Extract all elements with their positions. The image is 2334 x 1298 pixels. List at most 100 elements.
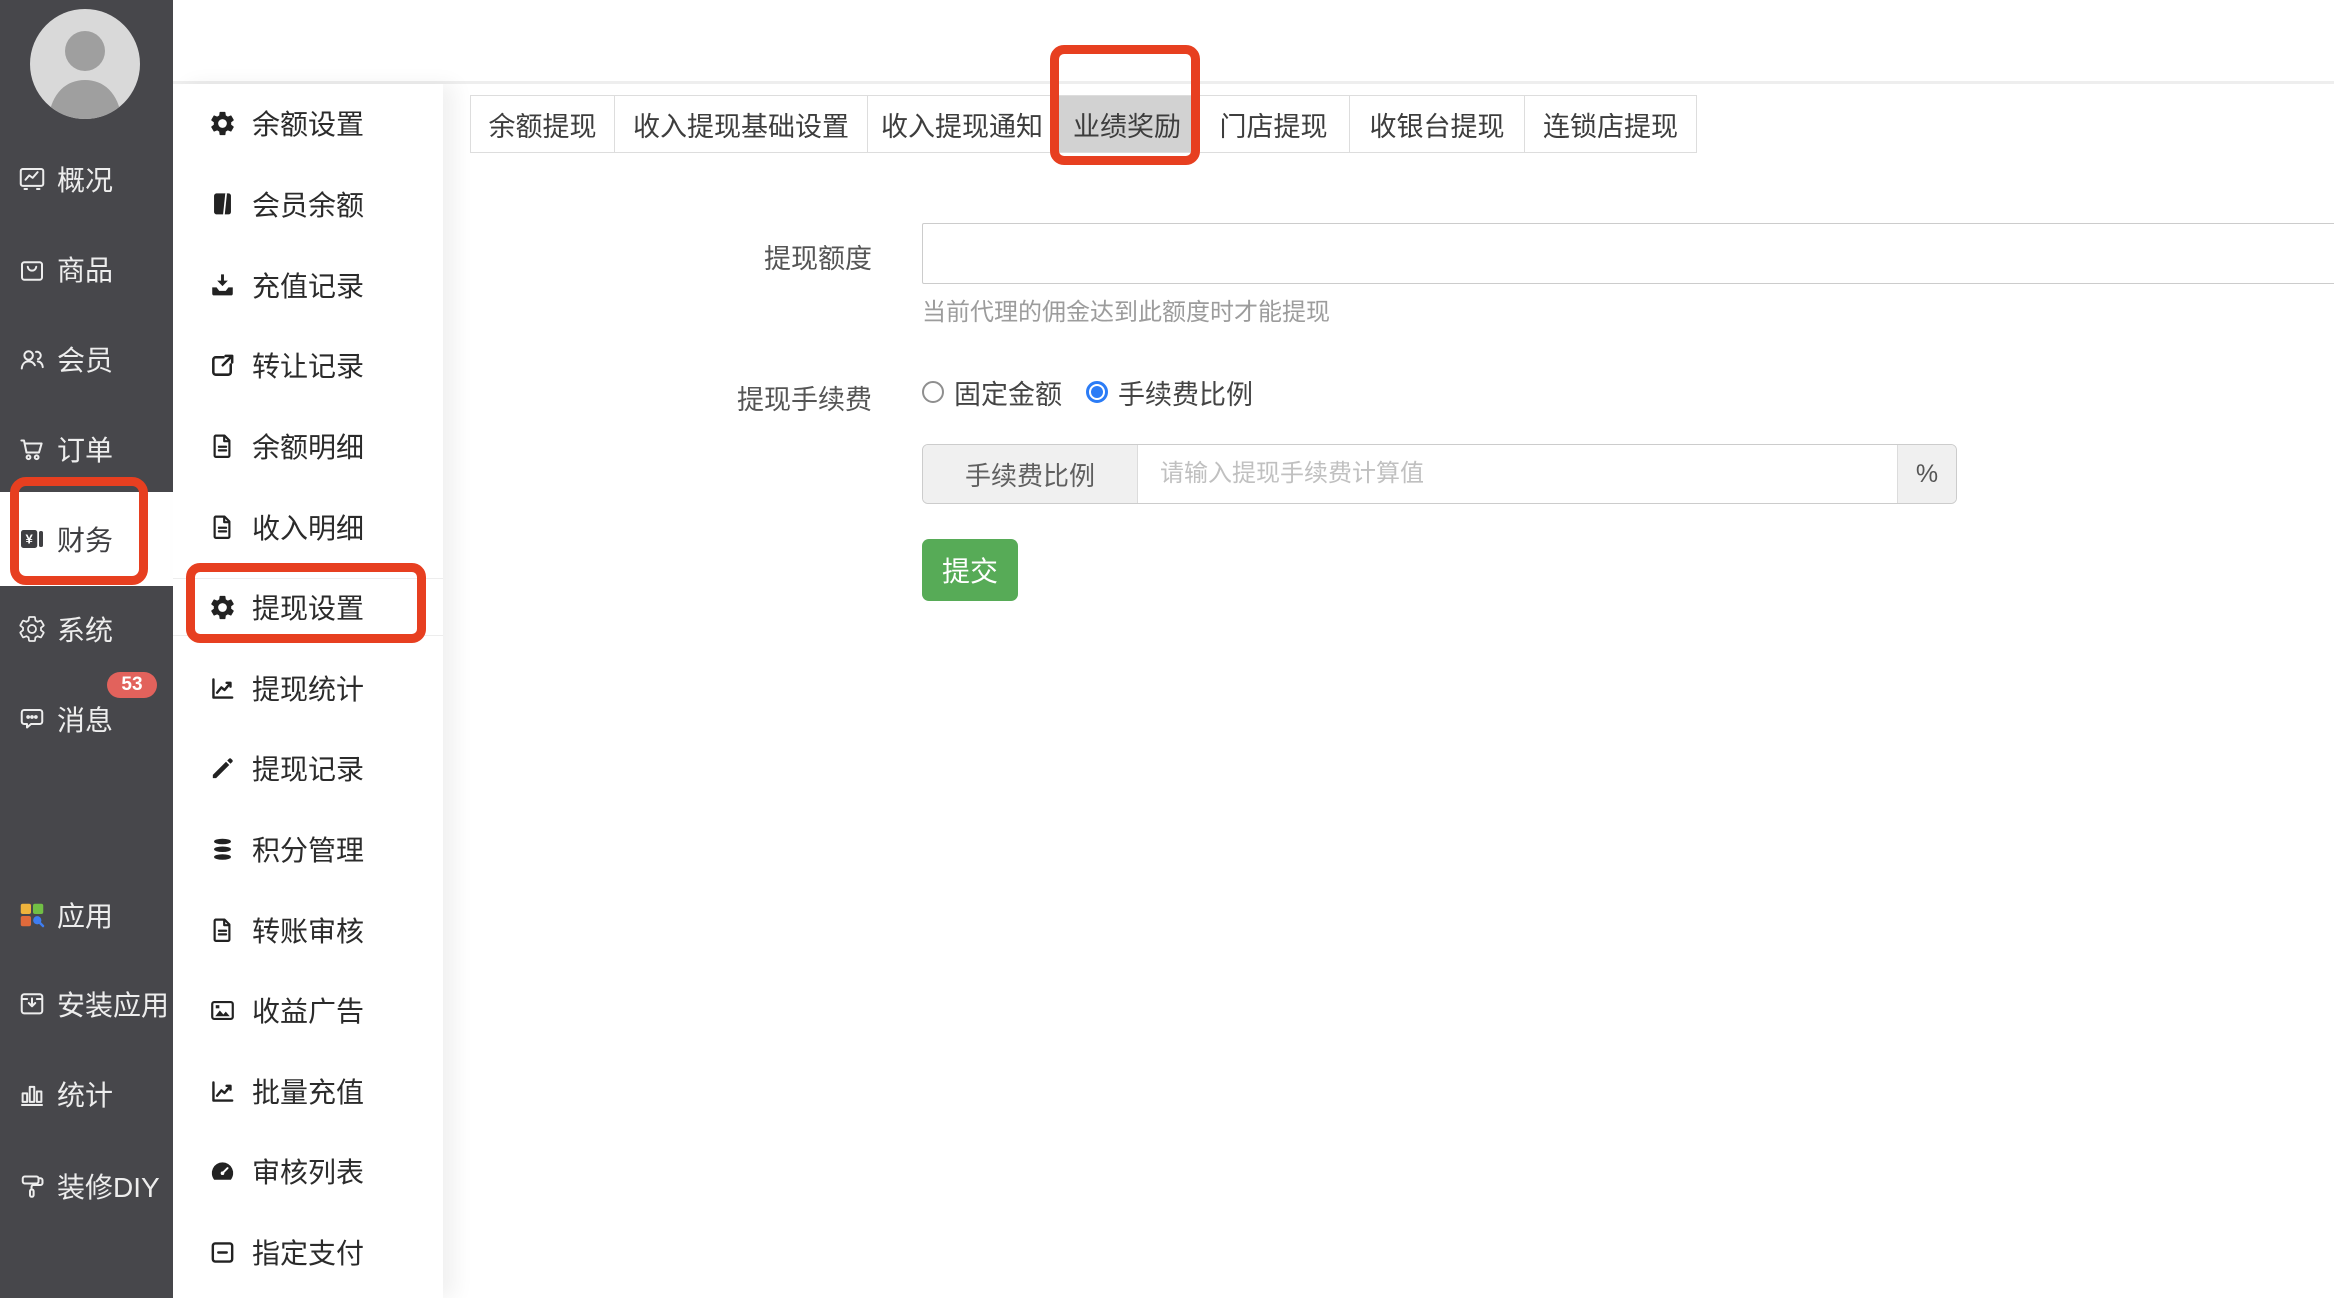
external-link-icon [212, 354, 234, 376]
sidebar-item-label: 概况 [57, 165, 114, 196]
submenu-item-batch-recharge[interactable]: 批量充值 [173, 1062, 443, 1120]
submenu-item-label: 会员余额 [252, 190, 365, 221]
submenu-item-label: 转账审核 [252, 916, 365, 947]
submenu-item-income-detail[interactable]: 收入明细 [173, 498, 443, 556]
sidebar-item-system[interactable]: 系统 [0, 600, 173, 658]
avatar[interactable] [30, 9, 140, 119]
sidebar-item-label: 商品 [57, 255, 114, 286]
sidebar-item-label: 消息 [57, 705, 114, 736]
submenu-item-assigned-payment[interactable]: 指定支付 [173, 1223, 443, 1281]
overview-icon [19, 168, 45, 190]
sidebar-item-messages[interactable]: 消息 [0, 690, 173, 748]
tab-income-withdraw-notice[interactable]: 收入提现通知 [867, 96, 1056, 152]
submenu-item-withdraw-stats[interactable]: 提现统计 [173, 659, 443, 717]
sidebar-item-apps[interactable]: 应用 [0, 886, 173, 944]
submenu-item-label: 审核列表 [252, 1157, 365, 1188]
fee-ratio-input-group: 手续费比例 % [922, 444, 1957, 504]
paint-roller-icon [21, 1175, 44, 1198]
tab-balance-withdraw[interactable]: 余额提现 [471, 96, 614, 152]
document-icon [213, 918, 231, 942]
submenu-item-member-balance[interactable]: 会员余额 [173, 175, 443, 233]
tab-chain-store-withdraw[interactable]: 连锁店提现 [1524, 96, 1696, 152]
fixed-amount-radio-label[interactable]: 固定金额 [954, 373, 1062, 412]
cart-icon [20, 439, 43, 461]
submenu-item-withdraw-records[interactable]: 提现记录 [173, 739, 443, 797]
submenu-item-balance-settings[interactable]: 余额设置 [173, 94, 443, 152]
submenu-item-audit-list[interactable]: 审核列表 [173, 1142, 443, 1200]
submenu-item-points[interactable]: 积分管理 [173, 820, 443, 878]
chat-icon [20, 709, 44, 729]
pencil-icon [212, 757, 233, 778]
submenu-item-revenue-ads[interactable]: 收益广告 [173, 981, 443, 1039]
main-sidebar: 概况 商品 会员 订单 ¥ 财务 系统 消息 53 应用 安装应用 统计 装修D… [0, 0, 173, 1298]
withdraw-amount-input[interactable] [922, 223, 2334, 284]
fee-ratio-radio-label[interactable]: 手续费比例 [1118, 373, 1253, 412]
finance-icon: ¥ [21, 530, 43, 548]
gear-icon [211, 595, 234, 619]
submenu-item-label: 提现设置 [252, 593, 365, 624]
sidebar-item-stats[interactable]: 统计 [0, 1065, 173, 1123]
submenu-item-label: 提现统计 [252, 674, 365, 705]
minus-square-icon [211, 1241, 234, 1263]
sidebar-item-orders[interactable]: 订单 [0, 420, 173, 478]
image-icon [211, 1000, 234, 1020]
sidebar-item-label: 统计 [57, 1080, 114, 1111]
submenu-item-label: 余额明细 [252, 432, 365, 463]
fee-ratio-radio[interactable] [1086, 381, 1108, 403]
submenu-item-withdraw-settings[interactable]: 提现设置 [173, 578, 443, 636]
withdraw-settings-tabs: 余额提现 收入提现基础设置 收入提现通知 业绩奖励 门店提现 收银台提现 连锁店… [470, 95, 1697, 153]
sidebar-item-diy[interactable]: 装修DIY [0, 1157, 173, 1215]
sidebar-item-label: 会员 [57, 345, 114, 376]
fixed-amount-radio[interactable] [922, 381, 944, 403]
sidebar-item-goods[interactable]: 商品 [0, 240, 173, 298]
members-icon [20, 350, 44, 370]
finance-submenu: 余额设置 会员余额 充值记录 转让记录 余额明细 收入明细 提现设置 提现统计 … [173, 84, 443, 1298]
svg-text:¥: ¥ [25, 532, 33, 547]
bar-chart-icon [21, 1085, 43, 1106]
line-chart-icon [212, 677, 234, 699]
sidebar-item-install-apps[interactable]: 安装应用 [0, 975, 173, 1033]
gear-icon [211, 111, 234, 135]
submit-button[interactable]: 提交 [922, 539, 1018, 601]
tab-store-withdraw[interactable]: 门店提现 [1197, 96, 1349, 152]
document-icon [213, 434, 231, 458]
fee-type-radio-group: 固定金额 手续费比例 [922, 378, 1253, 410]
fee-ratio-input[interactable] [1138, 445, 1897, 503]
gauge-icon [211, 1161, 234, 1180]
withdraw-amount-label: 提现额度 [764, 244, 872, 274]
sidebar-item-label: 系统 [57, 615, 114, 646]
line-chart-icon [212, 1080, 234, 1102]
submenu-item-transfer-audit[interactable]: 转账审核 [173, 901, 443, 959]
gear-icon [19, 616, 45, 642]
tab-performance-reward[interactable]: 业绩奖励 [1056, 96, 1197, 152]
sidebar-item-label: 安装应用 [57, 990, 170, 1021]
submenu-item-label: 指定支付 [252, 1238, 365, 1269]
install-box-icon [20, 993, 44, 1015]
sidebar-item-label: 装修DIY [57, 1172, 160, 1203]
sidebar-item-label: 应用 [57, 901, 114, 932]
submenu-item-label: 充值记录 [252, 271, 365, 302]
submenu-item-label: 余额设置 [252, 109, 365, 140]
sidebar-item-finance[interactable]: ¥ 财务 [0, 510, 173, 568]
submenu-item-label: 收入明细 [252, 513, 365, 544]
database-icon [214, 838, 231, 860]
document-icon [213, 515, 231, 539]
tab-income-withdraw-basic[interactable]: 收入提现基础设置 [614, 96, 867, 152]
withdraw-amount-help: 当前代理的佣金达到此额度时才能提现 [922, 299, 1330, 326]
inbox-download-icon [212, 273, 233, 295]
submenu-item-label: 收益广告 [252, 996, 365, 1027]
sidebar-item-members[interactable]: 会员 [0, 330, 173, 388]
tab-cashier-withdraw[interactable]: 收银台提现 [1349, 96, 1524, 152]
submenu-item-transfer-records[interactable]: 转让记录 [173, 336, 443, 394]
submenu-item-label: 积分管理 [252, 835, 365, 866]
submenu-item-label: 批量充值 [252, 1077, 365, 1108]
bag-icon [21, 261, 43, 281]
apps-icon [20, 903, 45, 928]
message-count-badge: 53 [107, 672, 157, 698]
submenu-item-recharge-records[interactable]: 充值记录 [173, 256, 443, 314]
sidebar-item-overview[interactable]: 概况 [0, 150, 173, 208]
submenu-item-label: 提现记录 [252, 754, 365, 785]
book-icon [214, 192, 231, 216]
withdraw-fee-label: 提现手续费 [737, 385, 872, 415]
submenu-item-balance-detail[interactable]: 余额明细 [173, 417, 443, 475]
